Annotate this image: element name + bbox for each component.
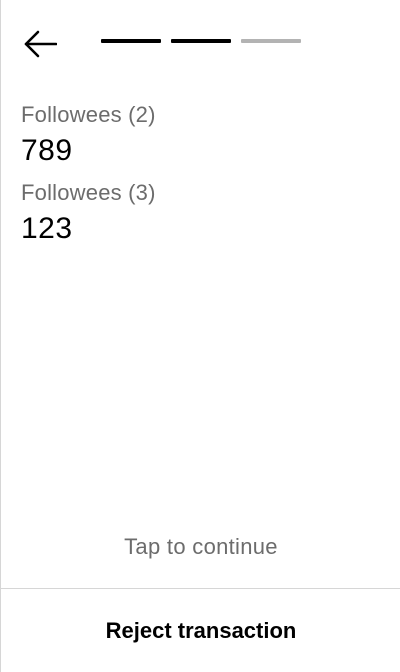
progress-step-2 <box>171 39 231 43</box>
progress-step-1 <box>101 39 161 43</box>
transaction-details: Followees (2) 789 Followees (3) 123 <box>21 100 380 256</box>
header <box>1 0 400 88</box>
followees-3-field: Followees (3) 123 <box>21 178 380 250</box>
transaction-review-screen: Followees (2) 789 Followees (3) 123 Tap … <box>0 0 400 672</box>
reject-transaction-button[interactable]: Reject transaction <box>1 589 400 672</box>
arrow-left-icon <box>24 30 57 58</box>
field-value: 789 <box>21 134 73 167</box>
field-value: 123 <box>21 212 73 245</box>
field-label: Followees (3) <box>21 180 156 205</box>
followees-2-field: Followees (2) 789 <box>21 100 380 172</box>
field-label: Followees (2) <box>21 102 156 127</box>
progress-step-3 <box>241 39 301 43</box>
back-button[interactable] <box>21 28 59 60</box>
progress-indicator <box>101 39 301 43</box>
tap-to-continue-hint[interactable]: Tap to continue <box>1 534 400 560</box>
